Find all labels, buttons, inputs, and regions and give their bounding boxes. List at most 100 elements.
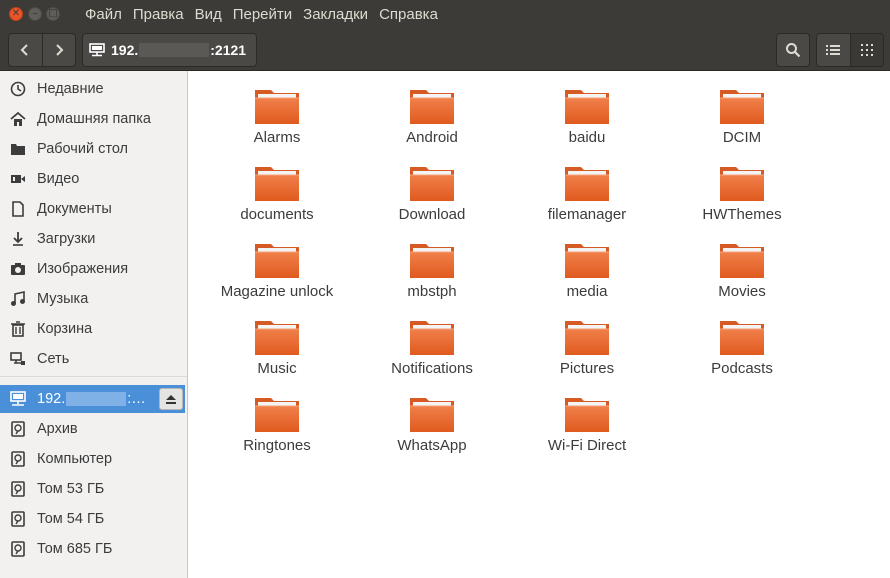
folder-item[interactable]: Wi-Fi Direct — [512, 394, 662, 454]
sidebar-item-trash[interactable]: Корзина — [0, 315, 187, 343]
folder-icon — [720, 90, 764, 124]
folder-item[interactable]: mbstph — [357, 240, 507, 300]
sidebar-item-label: Загрузки — [37, 231, 96, 247]
sidebar-item-videos[interactable]: Видео — [0, 165, 187, 193]
folder-item[interactable]: documents — [202, 163, 352, 223]
download-icon — [9, 230, 27, 248]
folder-name: Download — [398, 206, 466, 223]
folder-icon — [410, 244, 454, 278]
desktop-folder-icon — [9, 140, 27, 158]
sidebar-item-pictures[interactable]: Изображения — [0, 255, 187, 283]
sidebar-item-label: Сеть — [37, 351, 70, 367]
menu-edit[interactable]: Правка — [133, 0, 190, 30]
folder-icon — [255, 321, 299, 355]
folder-item[interactable]: Pictures — [512, 317, 662, 377]
folder-icon — [565, 90, 609, 124]
folder-item[interactable]: Notifications — [357, 317, 507, 377]
folder-name: Android — [406, 129, 458, 146]
folder-name: baidu — [568, 129, 606, 146]
folder-item[interactable]: Alarms — [202, 86, 352, 146]
sidebar-item-label-prefix: 192. — [37, 391, 66, 407]
sidebar-item-music[interactable]: Музыка — [0, 285, 187, 313]
sidebar-item-volume-54[interactable]: Том 54 ГБ — [0, 505, 187, 533]
folder-icon — [255, 167, 299, 201]
maximize-icon: □ — [48, 8, 58, 19]
search-button[interactable] — [776, 33, 810, 67]
drive-icon — [9, 480, 27, 498]
folder-icon — [565, 167, 609, 201]
eject-icon — [166, 394, 176, 404]
menu-help[interactable]: Справка — [379, 0, 444, 30]
folder-name: DCIM — [722, 129, 762, 146]
sidebar-item-label: Корзина — [37, 321, 93, 337]
home-icon — [9, 110, 27, 128]
network-drive-icon — [89, 43, 105, 57]
maximize-window-button[interactable]: □ — [46, 7, 60, 21]
folder-item[interactable]: Download — [357, 163, 507, 223]
chevron-left-icon — [20, 44, 28, 56]
trash-icon — [9, 320, 27, 338]
menu-bookmarks[interactable]: Закладки — [303, 0, 374, 30]
folder-item[interactable]: Movies — [667, 240, 817, 300]
sidebar-item-archive[interactable]: Архив — [0, 415, 187, 443]
camera-icon — [9, 260, 27, 278]
sidebar-item-downloads[interactable]: Загрузки — [0, 225, 187, 253]
menu-view[interactable]: Вид — [195, 0, 228, 30]
minimize-window-button[interactable]: – — [28, 7, 42, 21]
folder-item[interactable]: Ringtones — [202, 394, 352, 454]
folder-item[interactable]: Podcasts — [667, 317, 817, 377]
sidebar-item-volume-53[interactable]: Том 53 ГБ — [0, 475, 187, 503]
sidebar-item-label: Том 685 ГБ — [37, 541, 113, 557]
folder-name: mbstph — [407, 283, 457, 300]
sidebar-item-recent[interactable]: Недавние — [0, 75, 187, 103]
sidebar-item-documents[interactable]: Документы — [0, 195, 187, 223]
network-drive-icon — [9, 390, 27, 408]
folder-item[interactable]: DCIM — [667, 86, 817, 146]
location-pathbar[interactable]: 192.:2121 — [82, 33, 257, 67]
grid-view-button[interactable] — [849, 34, 883, 66]
folder-item[interactable]: media — [512, 240, 662, 300]
folder-icon — [410, 90, 454, 124]
close-window-button[interactable]: ✕ — [9, 7, 23, 21]
file-grid: Alarms Android baidu DCIM documents Download f… — [188, 71, 890, 578]
folder-icon — [255, 398, 299, 432]
menu-file[interactable]: Файл — [85, 0, 128, 30]
toolbar: 192.:2121 — [0, 30, 890, 71]
folder-icon — [565, 321, 609, 355]
folder-icon — [410, 398, 454, 432]
close-icon: ✕ — [11, 8, 21, 19]
folder-name: media — [566, 283, 608, 300]
grid-view-icon — [860, 44, 873, 56]
sidebar-item-mounted-ftp[interactable]: 192. :… — [0, 385, 185, 413]
folder-item[interactable]: Android — [357, 86, 507, 146]
chevron-right-icon — [56, 44, 64, 56]
sidebar-item-volume-685[interactable]: Том 685 ГБ — [0, 535, 187, 563]
sidebar-item-network[interactable]: Сеть — [0, 345, 187, 373]
drive-icon — [9, 510, 27, 528]
folder-name: HWThemes — [702, 206, 782, 223]
folder-icon — [720, 321, 764, 355]
folder-name: Pictures — [559, 360, 615, 377]
sidebar-item-label-suffix: :… — [127, 391, 146, 407]
folder-item[interactable]: baidu — [512, 86, 662, 146]
folder-item[interactable]: Music — [202, 317, 352, 377]
folder-item[interactable]: HWThemes — [667, 163, 817, 223]
drive-icon — [9, 540, 27, 558]
search-icon — [786, 43, 801, 58]
sidebar-item-computer[interactable]: Компьютер — [0, 445, 187, 473]
forward-button[interactable] — [41, 34, 76, 66]
sidebar-item-desktop[interactable]: Рабочий стол — [0, 135, 187, 163]
folder-icon — [565, 398, 609, 432]
back-button[interactable] — [9, 34, 42, 66]
menu-go[interactable]: Перейти — [233, 0, 298, 30]
list-view-button[interactable] — [817, 34, 850, 66]
eject-button[interactable] — [159, 388, 183, 410]
folder-name: Movies — [718, 283, 766, 300]
folder-item[interactable]: WhatsApp — [357, 394, 507, 454]
folder-item[interactable]: filemanager — [512, 163, 662, 223]
folder-icon — [720, 167, 764, 201]
sidebar-item-home[interactable]: Домашняя папка — [0, 105, 187, 133]
view-switcher — [816, 33, 884, 67]
sidebar-item-label: Компьютер — [37, 451, 113, 467]
folder-item[interactable]: Magazine unlock — [202, 240, 352, 300]
